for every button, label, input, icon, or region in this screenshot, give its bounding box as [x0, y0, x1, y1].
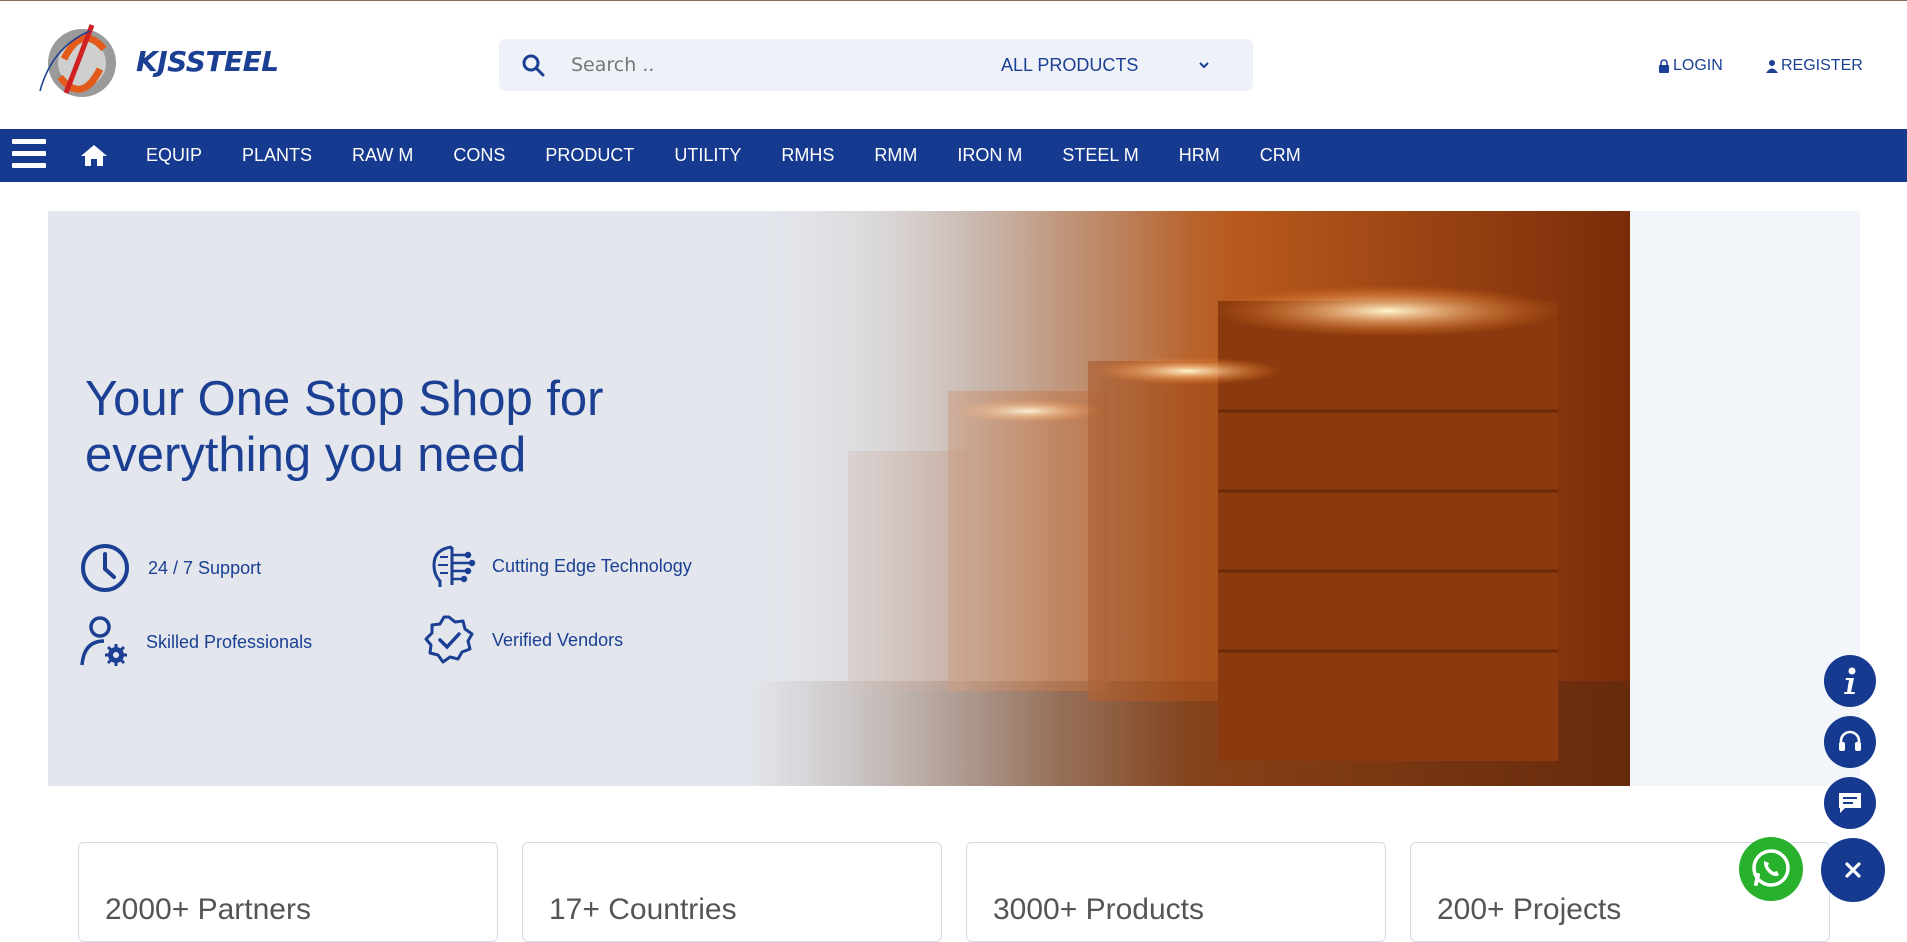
nav-item-utility[interactable]: UTILITY: [654, 145, 761, 166]
register-label: REGISTER: [1781, 57, 1863, 74]
stat-card-products: 3000+ Products: [966, 842, 1386, 942]
stat-text: 17+ Countries: [549, 893, 737, 926]
nav-item-equip[interactable]: EQUIP: [126, 145, 222, 166]
search-icon[interactable]: [521, 53, 545, 77]
home-icon[interactable]: [80, 143, 108, 167]
hero-title-line2: everything you need: [85, 428, 527, 482]
hero-title: Your One Stop Shop for everything you ne…: [85, 371, 785, 483]
logo[interactable]: KJSSTEEL: [34, 19, 279, 103]
search-input[interactable]: [571, 39, 951, 91]
close-button[interactable]: [1821, 838, 1885, 902]
steel-plant-image: [748, 211, 1630, 786]
user-icon: [1766, 60, 1778, 73]
feature-label: Skilled Professionals: [146, 631, 313, 652]
hero-title-line1: Your One Stop Shop for: [85, 372, 604, 426]
register-link[interactable]: REGISTER: [1766, 57, 1863, 75]
nav-item-rmhs[interactable]: RMHS: [761, 145, 854, 166]
feature-professionals: Skilled Professionals: [76, 615, 312, 669]
hero-banner: Your One Stop Shop for everything you ne…: [48, 211, 1860, 786]
nav-item-product[interactable]: PRODUCT: [525, 145, 654, 166]
nav-item-cons[interactable]: CONS: [433, 145, 525, 166]
nav-item-steel-m[interactable]: STEEL M: [1042, 145, 1158, 166]
stat-text: 200+ Projects: [1437, 893, 1622, 926]
close-icon: [1845, 862, 1861, 878]
stat-text: 2000+ Partners: [105, 893, 311, 926]
chat-icon: [1839, 793, 1861, 813]
menu-icon[interactable]: [12, 139, 46, 173]
info-icon: [1844, 667, 1856, 694]
clock-icon: [81, 544, 129, 592]
support-button[interactable]: [1824, 716, 1876, 768]
headset-icon: [1839, 730, 1861, 751]
technology-icon: [432, 545, 476, 587]
feature-label: Cutting Edge Technology: [492, 555, 692, 576]
nav-item-iron-m[interactable]: IRON M: [937, 145, 1042, 166]
whatsapp-button[interactable]: [1739, 837, 1803, 901]
chevron-down-icon: [1199, 62, 1209, 69]
nav-item-raw-m[interactable]: RAW M: [332, 145, 433, 166]
nav-item-plants[interactable]: PLANTS: [222, 145, 332, 166]
category-select[interactable]: ALL PRODUCTS: [1001, 39, 1231, 91]
stat-card-partners: 2000+ Partners: [78, 842, 498, 942]
feature-technology: Cutting Edge Technology: [422, 539, 692, 593]
login-link[interactable]: LOGIN: [1658, 57, 1723, 75]
login-label: LOGIN: [1673, 57, 1723, 74]
feature-label: 24 / 7 Support: [148, 557, 262, 578]
site-header: KJSSTEEL ALL PRODUCTS LOGIN REGISTER: [0, 1, 1907, 129]
logo-emblem-icon: [39, 24, 116, 97]
nav-item-rmm[interactable]: RMM: [854, 145, 937, 166]
feature-vendors: Verified Vendors: [422, 613, 623, 667]
search-bar: ALL PRODUCTS: [499, 39, 1253, 91]
professional-icon: [80, 616, 127, 666]
category-select-value: ALL PRODUCTS: [1001, 54, 1139, 75]
main-nav: EQUIP PLANTS RAW M CONS PRODUCT UTILITY …: [0, 129, 1907, 182]
whatsapp-icon: [1752, 849, 1790, 887]
chat-button[interactable]: [1824, 777, 1876, 829]
nav-item-crm[interactable]: CRM: [1240, 145, 1321, 166]
lock-icon: [1659, 59, 1669, 73]
logo-text: KJSSTEEL: [136, 45, 279, 78]
nav-items: EQUIP PLANTS RAW M CONS PRODUCT UTILITY …: [126, 129, 1321, 182]
stat-text: 3000+ Products: [993, 893, 1204, 926]
feature-label: Verified Vendors: [492, 629, 624, 650]
stat-card-countries: 17+ Countries: [522, 842, 942, 942]
nav-item-hrm[interactable]: HRM: [1159, 145, 1240, 166]
hero-panel: Your One Stop Shop for everything you ne…: [48, 211, 1630, 786]
info-button[interactable]: [1824, 655, 1876, 707]
verified-badge-icon: [424, 615, 474, 664]
feature-support: 24 / 7 Support: [78, 541, 261, 595]
